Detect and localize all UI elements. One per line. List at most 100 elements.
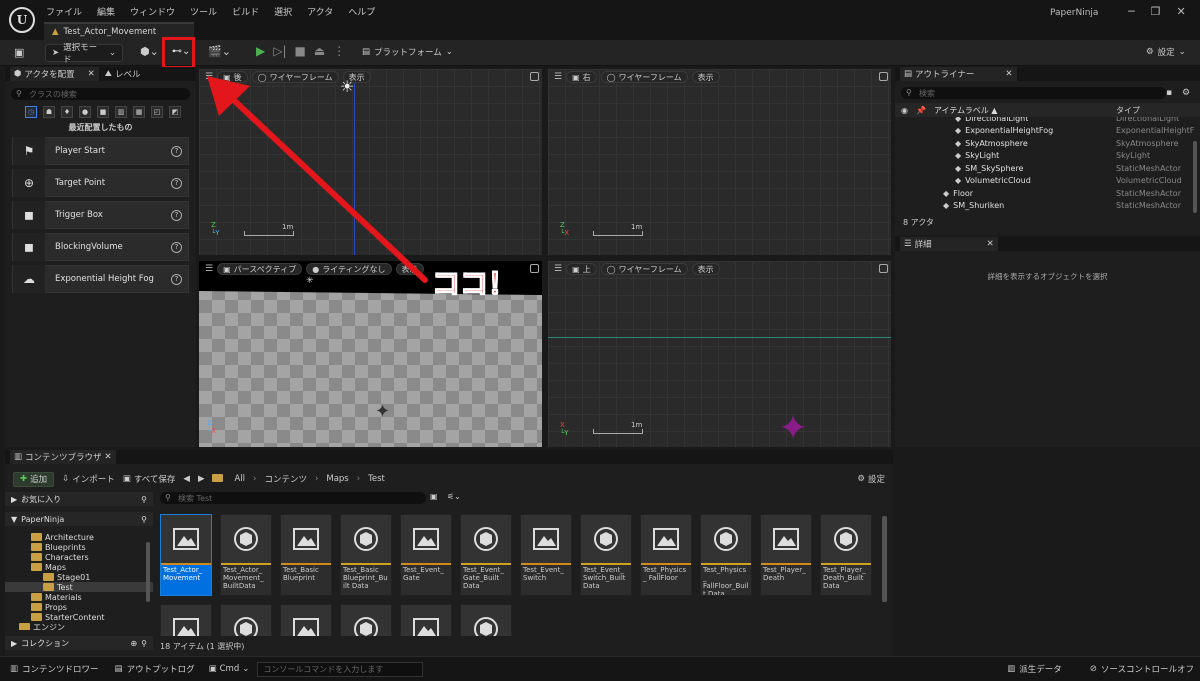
scrollbar[interactable] [1193,141,1197,213]
menu-item[interactable]: 編集 [97,5,115,18]
asset-tile[interactable] [460,604,512,636]
folder-tree-item[interactable]: Architecture [5,532,153,542]
minimize-icon[interactable]: ─ [1128,5,1135,18]
asset-tile[interactable] [160,604,212,636]
asset-tile[interactable]: Test_Player_ Death [760,514,812,596]
geometry-icon[interactable]: ◩ [169,106,181,118]
folder-tree-item[interactable]: Materials [5,592,153,602]
stop-icon[interactable]: ■ [295,44,306,58]
blueprint-icon[interactable]: ⊷⌄ [172,46,190,57]
folder-tree-item[interactable]: Maps [5,562,153,572]
folder-tree-item[interactable]: Characters [5,552,153,562]
menu-item[interactable]: ツール [190,5,217,18]
outliner-row[interactable]: ◆ SkyLight SkyLight [895,150,1200,163]
source-control-button[interactable]: ⊘ ソースコントロールオフ [1090,663,1194,675]
help-icon[interactable]: ? [171,273,182,285]
eye-icon[interactable]: ◉ [901,106,908,115]
asset-tile[interactable]: Test_Event_ Gate [400,514,452,596]
console-input[interactable]: コンソールコマンドを入力します [257,661,424,677]
play-icon[interactable]: ▶ [256,44,265,58]
more-icon[interactable]: ⋮ [333,44,345,58]
view-type-button[interactable]: ▣ 右 [566,71,597,83]
platform-button[interactable]: ▤ プラットフォーム ⌄ [362,46,453,58]
save-search-icon[interactable]: ▣ [430,492,438,501]
filter-icon[interactable]: ⚟⌄ [447,492,461,501]
help-icon[interactable]: ? [171,209,182,221]
asset-tile[interactable] [280,604,332,636]
view-mode-button[interactable]: ◯ ワイヤーフレーム [600,71,688,83]
volumes-icon[interactable]: ▦ [133,106,145,118]
visual-effects-icon[interactable]: ▥ [115,106,127,118]
cb-settings-button[interactable]: ⚙ 設定 [857,473,885,485]
col-type[interactable]: タイプ [1116,105,1140,116]
maximize-viewport-icon[interactable] [879,72,888,81]
close-icon[interactable]: ✕ [105,452,112,462]
actor-item[interactable]: ⚑ Player Start? [12,137,189,165]
maximize-viewport-icon[interactable] [530,72,539,81]
asset-tile[interactable] [400,604,452,636]
scrollbar[interactable] [882,516,887,602]
asset-tile[interactable]: Test_Player_ Death_Built Data [820,514,872,596]
outliner-row[interactable]: ◆ Floor StaticMeshActor [895,187,1200,200]
folder-tree-item[interactable]: Stage01 [5,572,153,582]
breadcrumb-item[interactable]: Maps [326,474,348,484]
eject-icon[interactable]: ⏏ [314,44,325,58]
all-classes-icon[interactable]: ◰ [151,106,163,118]
folder-tree-item[interactable]: エンジン [5,622,153,630]
tab-place-actors[interactable]: ⬢ アクタを配置 ✕ [10,67,99,81]
basic-icon[interactable]: ☗ [43,106,55,118]
asset-tile[interactable] [340,604,392,636]
folder-tree-item[interactable]: Test [5,582,153,592]
help-icon[interactable]: ? [171,241,182,253]
outliner-row[interactable]: ◆ SM_SkySphere StaticMeshActor [895,162,1200,175]
forward-icon[interactable]: ▶ [198,474,205,484]
breadcrumb-item[interactable]: Test [368,474,385,484]
save-all-button[interactable]: ▣ すべて保存 [123,473,176,485]
col-item-label[interactable]: アイテムラベル ▲ [934,105,998,116]
show-button[interactable]: 表示 [691,71,720,83]
back-icon[interactable]: ◀ [183,474,190,484]
content-drawer-button[interactable]: ▥ コンテンツドロワー [10,663,99,675]
cinematic-icon[interactable]: ■ [97,106,109,118]
outliner-row[interactable]: ◆ SM_Shuriken StaticMeshActor [895,200,1200,213]
actor-item[interactable]: ☁ Exponential Height Fog? [12,265,189,293]
tab-outliner[interactable]: ▤ アウトライナー ✕ [900,67,1017,81]
project-header[interactable]: ▼ PaperNinja ⚲ [5,512,153,526]
cmd-dropdown[interactable]: ▣ Cmd ⌄ [209,664,250,674]
cinematics-icon[interactable]: 🎬⌄ [208,45,231,58]
asset-tile[interactable]: Test_Basic Blueprint_Built Data [340,514,392,596]
maximize-viewport-icon[interactable] [530,264,539,273]
breadcrumb-item[interactable]: All [234,474,245,484]
close-icon[interactable]: ✕ [88,69,95,79]
show-button[interactable]: 表示 [691,263,720,275]
menu-icon[interactable]: ☰ [554,264,562,274]
menu-item[interactable]: アクタ [307,5,333,18]
favorites-header[interactable]: ▶ お気に入り ⚲ [5,492,153,506]
asset-tile[interactable] [220,604,272,636]
pin-icon[interactable]: 📌 [916,106,926,115]
add-collection-icon[interactable]: ⊕ [130,639,137,648]
viewport-right[interactable]: ☰ ▣ 右 ◯ ワイヤーフレーム 表示 Z └X 1m [548,69,891,255]
outliner-row[interactable]: ◆ VolumetricCloud VolumetricCloud [895,175,1200,188]
search-icon[interactable]: ⚲ [141,515,147,524]
folder-add-icon[interactable]: ▪ [1166,88,1172,98]
view-type-button[interactable]: ▣ 上 [566,263,597,275]
collections-header[interactable]: ▶ コレクション ⊕ ⚲ [5,636,153,650]
breadcrumb-item[interactable]: コンテンツ [264,473,307,485]
gear-icon[interactable]: ⚙ [1182,88,1190,98]
actor-item[interactable]: ◼ Trigger Box? [12,201,189,229]
asset-tile[interactable]: Test_Event_ Gate_Built Data [460,514,512,596]
lights-icon[interactable]: ♦ [61,106,73,118]
menu-icon[interactable]: ☰ [554,72,562,82]
close-icon[interactable]: ✕ [1177,5,1186,18]
close-icon[interactable]: ✕ [1005,69,1012,79]
maximize-viewport-icon[interactable] [879,264,888,273]
actor-item[interactable]: ⊕ Target Point? [12,169,189,197]
folder-tree-item[interactable]: Blueprints [5,542,153,552]
help-icon[interactable]: ? [171,145,182,157]
asset-search-input[interactable]: 検索 Test [160,492,426,504]
scrollbar[interactable] [146,542,150,602]
asset-tile[interactable]: Test_Physics_ FallFloor [640,514,692,596]
close-icon[interactable]: ✕ [987,239,994,249]
asset-tile[interactable]: Test_Event_ Switch [520,514,572,596]
